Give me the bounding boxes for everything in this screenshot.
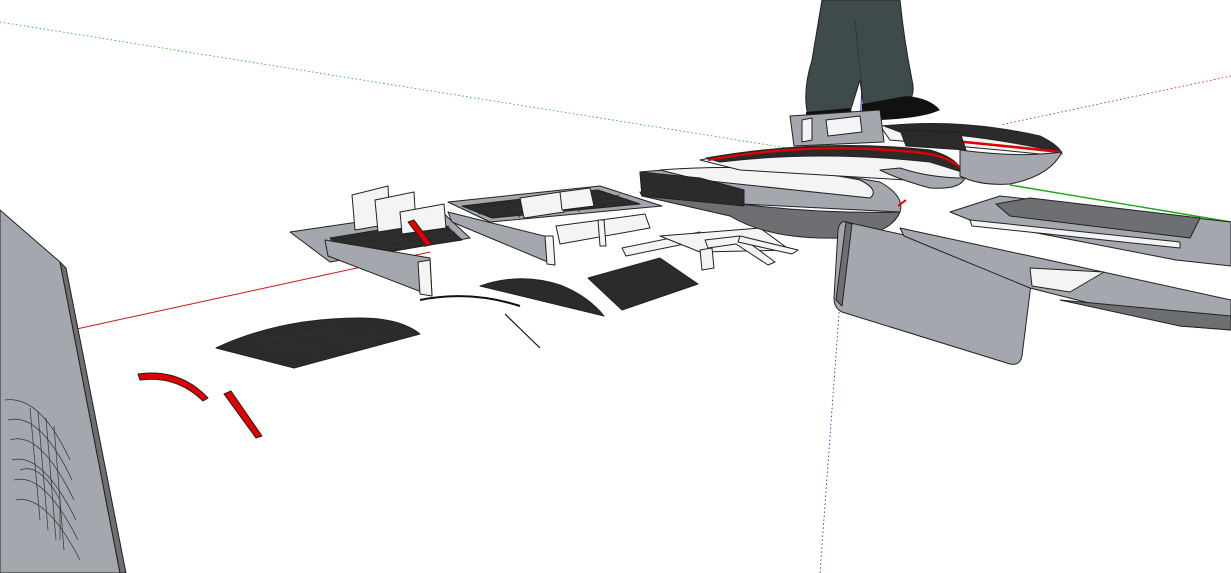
large-vertical-panel-left[interactable] xyxy=(0,209,127,573)
modeling-viewport[interactable] xyxy=(0,0,1231,573)
curved-dark-wing-panel[interactable] xyxy=(215,317,421,369)
red-short-strip[interactable] xyxy=(223,390,263,439)
dark-fin-panel[interactable] xyxy=(479,278,605,317)
scene-canvas[interactable] xyxy=(0,0,1231,573)
gridded-deck-assembly-left[interactable] xyxy=(289,185,471,297)
blue-axis-dotted xyxy=(819,299,841,573)
thin-diagonal-line[interactable] xyxy=(504,313,541,349)
green-axis-dotted xyxy=(0,21,801,151)
dark-square-panel[interactable] xyxy=(587,257,699,311)
person-stand-box xyxy=(789,109,885,147)
red-axis-dotted xyxy=(999,75,1231,126)
thin-arc-piece[interactable] xyxy=(419,295,521,307)
red-curved-strip[interactable] xyxy=(137,372,209,402)
